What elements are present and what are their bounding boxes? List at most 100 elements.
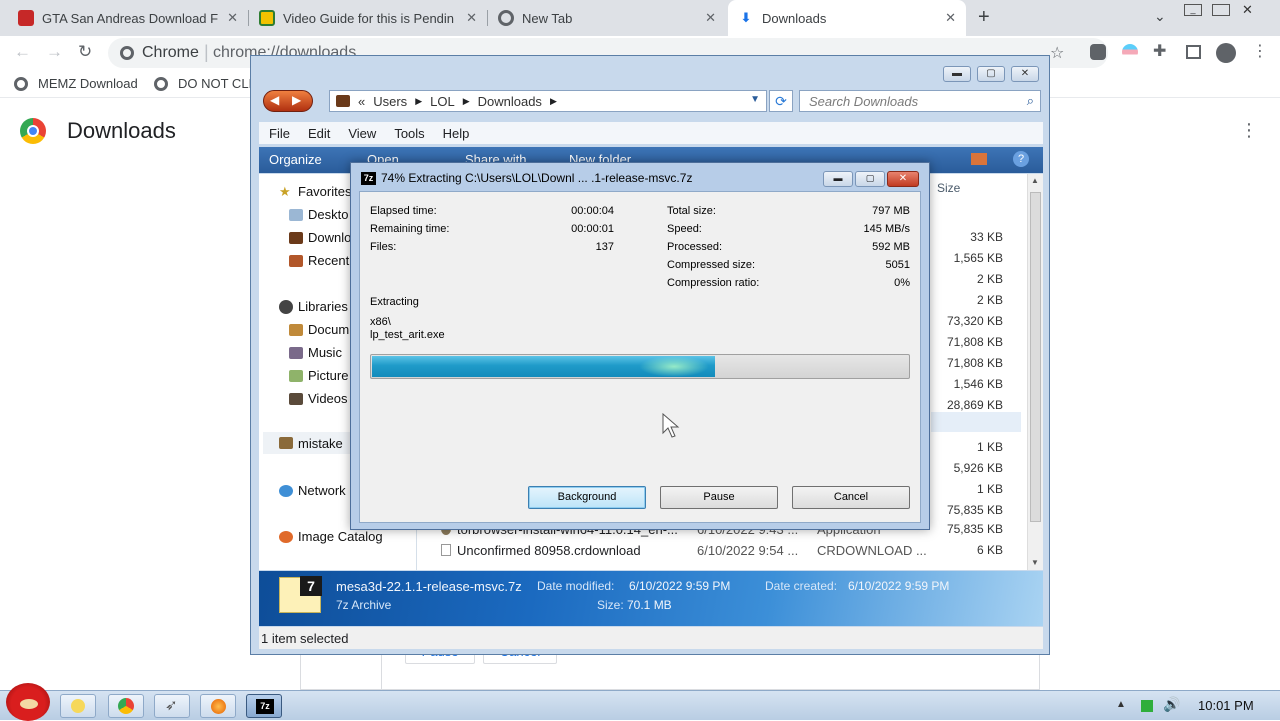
nav-documents[interactable]: Docum	[289, 322, 349, 337]
refresh-icon[interactable]: ⟳	[769, 90, 793, 112]
search-icon[interactable]: ⌕	[1027, 93, 1034, 109]
nav-music[interactable]: Music	[289, 345, 342, 360]
nav-desktop[interactable]: Deskto	[289, 207, 348, 222]
restore-icon[interactable]	[1212, 4, 1230, 16]
pause-button[interactable]: Pause	[660, 486, 778, 509]
bookmark-memz[interactable]: MEMZ Download	[14, 76, 138, 91]
volume-icon[interactable]: 🔊	[1163, 696, 1180, 713]
puzzle-extensions-icon[interactable]: ✚	[1153, 41, 1166, 61]
cancel-button[interactable]: Cancel	[792, 486, 910, 509]
firefox-taskbar-icon[interactable]	[200, 694, 236, 718]
tab-downloads[interactable]: ⬇ Downloads ✕	[728, 0, 966, 36]
downloads-folder-icon	[289, 231, 303, 244]
omnibox-divider: |	[204, 42, 209, 62]
back-forward-buttons[interactable]: ◀ ▶	[263, 90, 313, 112]
page-menu-icon[interactable]: ⋮	[1240, 120, 1258, 141]
breadcrumb-arrow-icon[interactable]: ▶	[415, 96, 422, 107]
close-icon[interactable]: ✕	[945, 10, 956, 26]
compressed-size-label: Compressed size:	[667, 259, 756, 271]
nav-image-catalog[interactable]: Image Catalog	[279, 529, 383, 544]
compression-ratio-label: Compression ratio:	[667, 277, 760, 289]
detail-size-value: 70.1 MB	[627, 598, 672, 612]
7zip-taskbar-icon[interactable]: 7z	[246, 694, 282, 718]
tab-title: Video Guide for this is Pendin	[283, 10, 455, 26]
menu-edit[interactable]: Edit	[308, 126, 330, 141]
dialog-close-button[interactable]: ✕	[887, 171, 919, 187]
minimize-icon[interactable]: _	[1184, 4, 1202, 16]
profile-avatar-icon[interactable]	[1216, 43, 1236, 63]
tray-battery-icon[interactable]	[1141, 700, 1153, 712]
nav-downloads[interactable]: Downlo	[289, 230, 351, 245]
close-window-icon[interactable]: ✕	[1242, 2, 1253, 18]
scroll-up-icon[interactable]: ▲	[1031, 176, 1039, 185]
menu-file[interactable]: File	[269, 126, 290, 141]
address-bar[interactable]: « Users ▶ LOL ▶ Downloads ▶ ▼	[329, 90, 767, 112]
star-icon[interactable]: ☆	[1050, 43, 1064, 63]
nav-recent[interactable]: Recent	[289, 253, 349, 268]
mouse-cursor-icon	[662, 413, 680, 438]
reload-icon[interactable]: ↻	[78, 42, 92, 62]
column-header-size[interactable]: Size	[937, 181, 960, 195]
back-icon[interactable]: ←	[14, 42, 31, 62]
back-arrow-icon[interactable]: ◀	[270, 93, 279, 107]
menu-help[interactable]: Help	[443, 126, 470, 141]
tab-search-chevron-icon[interactable]: ⌄	[1154, 8, 1166, 25]
close-icon[interactable]: ✕	[227, 10, 238, 26]
chrome-menu-icon[interactable]: ⋮	[1252, 41, 1268, 61]
nav-label: Music	[308, 345, 342, 360]
background-button[interactable]: Background	[528, 486, 646, 509]
nav-label: Picture	[308, 368, 349, 383]
breadcrumb-downloads[interactable]: Downloads	[478, 94, 542, 109]
chrome-taskbar-icon[interactable]	[108, 694, 144, 718]
vertical-scrollbar[interactable]: ▲ ▼	[1027, 174, 1043, 570]
explorer-taskbar-icon[interactable]	[60, 694, 96, 718]
preview-pane-icon[interactable]	[971, 153, 987, 165]
table-row[interactable]: Unconfirmed 80958.crdownload 6/10/2022 9…	[417, 541, 1027, 561]
breadcrumb-arrow-icon[interactable]: ▶	[463, 96, 470, 107]
breadcrumb-arrow-icon[interactable]: ▶	[550, 96, 557, 107]
organize-button[interactable]: Organize	[269, 152, 322, 167]
tab-video-guide[interactable]: Video Guide for this is Pendin ✕	[249, 0, 487, 36]
bookmark-do-not-click[interactable]: DO NOT CLI	[154, 76, 252, 91]
nav-favorites[interactable]: ★ Favorites	[279, 184, 351, 199]
menu-view[interactable]: View	[348, 126, 376, 141]
start-button-angry-bird-icon[interactable]	[6, 683, 50, 721]
remaining-label: Remaining time:	[370, 223, 450, 235]
scroll-down-icon[interactable]: ▼	[1031, 558, 1039, 567]
dialog-minimize-button[interactable]: ▬	[823, 171, 853, 187]
nav-pictures[interactable]: Picture	[289, 368, 348, 383]
minimize-button[interactable]: ▬	[943, 66, 971, 82]
tab-gta[interactable]: GTA San Andreas Download F ✕	[8, 0, 248, 36]
breadcrumb-lol[interactable]: LOL	[430, 94, 455, 109]
breadcrumb-overflow[interactable]: «	[358, 94, 365, 109]
nav-videos[interactable]: Videos	[289, 391, 348, 406]
close-button[interactable]: ✕	[1011, 66, 1039, 82]
menu-tools[interactable]: Tools	[394, 126, 424, 141]
breadcrumb-users[interactable]: Users	[373, 94, 407, 109]
address-dropdown-icon[interactable]: ▼	[750, 94, 760, 105]
new-tab-plus-icon[interactable]: +	[978, 6, 990, 29]
dialog-maximize-button[interactable]: ▢	[855, 171, 885, 187]
close-icon[interactable]: ✕	[466, 10, 477, 26]
rocket-taskbar-icon[interactable]: ➶	[154, 694, 190, 718]
side-panel-icon[interactable]	[1186, 45, 1201, 59]
tab-title: GTA San Andreas Download F	[42, 10, 219, 26]
search-input[interactable]: Search Downloads ⌕	[799, 90, 1041, 112]
compressed-size-value: 5051	[885, 259, 910, 271]
help-icon[interactable]: ?	[1013, 151, 1029, 167]
scroll-thumb[interactable]	[1030, 192, 1041, 522]
flag-extension-icon[interactable]	[1122, 44, 1138, 60]
maximize-button[interactable]: ▢	[977, 66, 1005, 82]
nav-libraries[interactable]: Libraries	[279, 299, 348, 314]
tab-new-tab[interactable]: New Tab ✕	[488, 0, 726, 36]
tab-title: New Tab	[522, 10, 573, 26]
tray-expand-icon[interactable]: ▲	[1116, 699, 1126, 710]
download-icon: ⬇	[740, 10, 752, 25]
homegroup-icon	[279, 437, 293, 449]
clock[interactable]: 10:01 PM	[1198, 698, 1254, 713]
shield-extension-icon[interactable]	[1090, 44, 1106, 60]
nav-network[interactable]: Network	[279, 483, 346, 498]
close-icon[interactable]: ✕	[705, 10, 716, 26]
forward-icon[interactable]: →	[46, 42, 63, 62]
forward-arrow-icon[interactable]: ▶	[292, 93, 301, 107]
